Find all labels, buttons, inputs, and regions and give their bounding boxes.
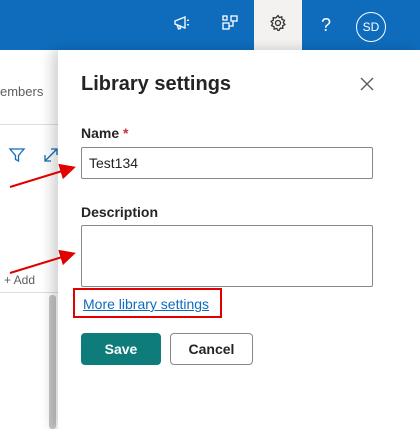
- share-button[interactable]: [206, 0, 254, 50]
- name-label-text: Name: [81, 125, 120, 141]
- filter-icon[interactable]: [8, 146, 26, 169]
- divider: [0, 124, 60, 125]
- top-navigation-bar: ? SD: [0, 0, 420, 50]
- description-label: Description: [81, 204, 159, 220]
- help-button[interactable]: ?: [302, 0, 350, 50]
- save-button[interactable]: Save: [81, 333, 161, 365]
- name-label: Name *: [81, 125, 128, 141]
- avatar[interactable]: SD: [356, 12, 386, 42]
- help-icon: ?: [320, 14, 331, 35]
- description-field[interactable]: [81, 225, 373, 287]
- settings-button[interactable]: [254, 0, 302, 50]
- gear-icon: [268, 13, 288, 38]
- megaphone-button[interactable]: [158, 0, 206, 50]
- divider: [0, 292, 60, 293]
- megaphone-icon: [172, 13, 192, 38]
- name-field[interactable]: [81, 147, 373, 179]
- library-settings-panel: Library settings Name * Description More…: [58, 50, 420, 429]
- members-tab-label[interactable]: embers: [0, 84, 43, 99]
- scrollbar[interactable]: [49, 295, 56, 429]
- cancel-button[interactable]: Cancel: [170, 333, 253, 365]
- add-column-button[interactable]: + Add: [4, 273, 35, 287]
- share-icon: [220, 13, 240, 38]
- close-icon[interactable]: [357, 74, 377, 94]
- required-marker: *: [123, 125, 129, 141]
- more-library-settings-link[interactable]: More library settings: [83, 296, 209, 312]
- panel-title: Library settings: [81, 73, 232, 95]
